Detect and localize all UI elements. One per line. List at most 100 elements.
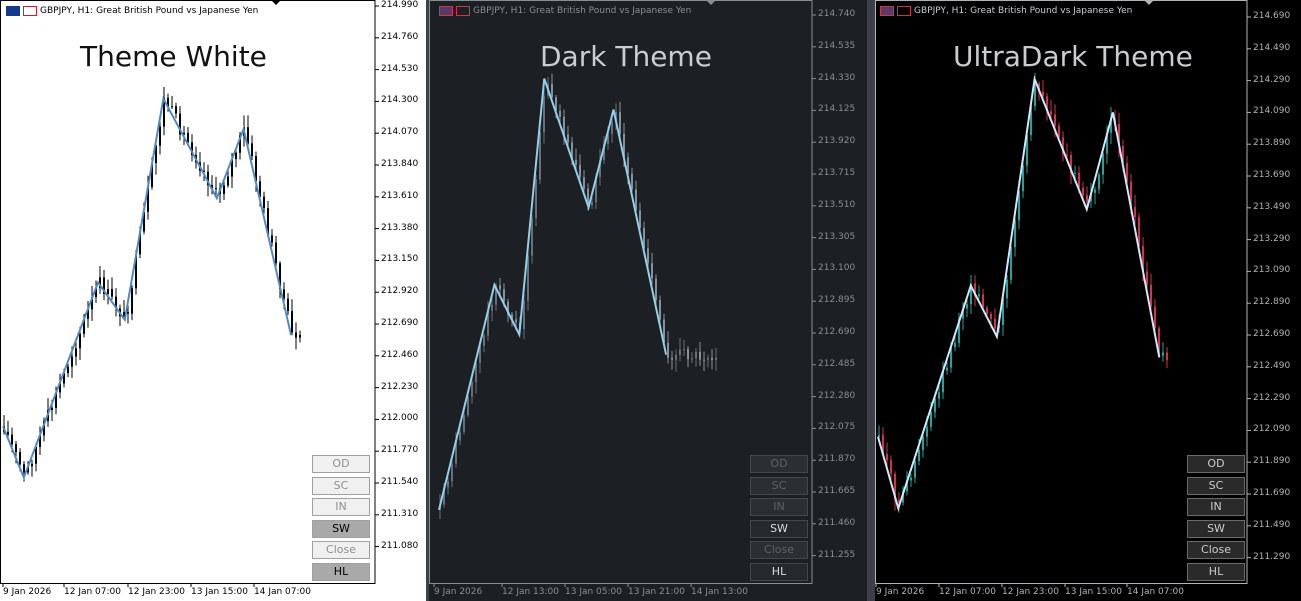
y-tick-label: 214.300 <box>381 95 419 106</box>
y-tick-label: 212.280 <box>818 390 856 401</box>
y-tick-label: 212.075 <box>818 422 856 433</box>
od-button[interactable]: OD <box>1187 455 1245 473</box>
y-tick-label: 212.690 <box>381 318 419 328</box>
y-tick-label: 211.290 <box>1253 551 1291 562</box>
x-tick-label: 14 Jan 13:00 <box>691 587 748 597</box>
od-button[interactable]: OD <box>312 455 370 473</box>
chart-header: GBPJPY, H1: Great British Pound vs Japan… <box>880 3 1132 19</box>
y-tick-label: 214.690 <box>1253 11 1291 21</box>
y-tick-label: 213.510 <box>818 199 856 210</box>
y-tick-label: 214.535 <box>818 40 856 51</box>
panel-divider <box>867 0 875 601</box>
y-tick-label: 211.080 <box>381 540 419 551</box>
y-tick-label: 212.230 <box>381 381 419 392</box>
x-tick-label: 9 Jan 2026 <box>434 587 483 597</box>
y-tick-label: 211.870 <box>818 454 856 465</box>
y-tick-label: 212.690 <box>818 327 856 337</box>
x-tick-label: 14 Jan 07:00 <box>254 587 311 597</box>
theme-label: Dark Theme <box>540 40 712 73</box>
y-tick-label: 213.380 <box>381 222 419 233</box>
x-tick-label: 9 Jan 2026 <box>876 587 925 597</box>
y-tick-label: 212.290 <box>1253 392 1291 403</box>
x-tick-label: 12 Jan 23:00 <box>1002 587 1059 597</box>
y-tick-label: 211.890 <box>1253 456 1291 467</box>
y-tick-label: 212.490 <box>1253 360 1291 371</box>
y-tick-label: 214.125 <box>818 104 856 115</box>
y-tick-label: 213.090 <box>1253 265 1291 276</box>
jp-flag-icon <box>456 6 470 16</box>
chart-header: GBPJPY, H1: Great British Pound vs Japan… <box>6 3 258 19</box>
hl-button[interactable]: HL <box>1187 563 1245 581</box>
y-tick-label: 214.330 <box>818 72 856 83</box>
x-tick-label: 13 Jan 15:00 <box>1065 587 1122 597</box>
y-tick-label: 213.840 <box>381 159 419 169</box>
y-tick-label: 212.890 <box>1253 297 1291 308</box>
y-tick-label: 212.090 <box>1253 424 1291 435</box>
y-tick-label: 212.000 <box>381 413 419 424</box>
y-tick-label: 211.665 <box>818 486 856 496</box>
sc-button[interactable]: SC <box>1187 476 1245 495</box>
in-button[interactable]: IN <box>750 498 808 517</box>
y-tick-label: 214.740 <box>818 9 856 19</box>
chart-header: GBPJPY, H1: Great British Pound vs Japan… <box>439 3 691 19</box>
in-button[interactable]: IN <box>1187 498 1245 517</box>
y-tick-label: 214.990 <box>381 0 419 10</box>
x-tick-label: 14 Jan 07:00 <box>1127 587 1184 597</box>
y-tick-label: 213.690 <box>1253 170 1291 180</box>
y-tick-label: 213.290 <box>1253 233 1291 244</box>
y-tick-label: 211.690 <box>1253 488 1291 498</box>
close-button[interactable]: Close <box>1187 541 1245 560</box>
theme-label: UltraDark Theme <box>953 40 1193 73</box>
sw-button[interactable]: SW <box>1187 519 1245 538</box>
y-tick-label: 211.540 <box>381 477 419 487</box>
hl-button[interactable]: HL <box>312 563 370 581</box>
hl-button[interactable]: HL <box>750 563 808 581</box>
y-tick-label: 212.485 <box>818 358 856 369</box>
jp-flag-icon <box>897 6 911 16</box>
y-tick-label: 214.090 <box>1253 106 1291 117</box>
y-tick-label: 213.890 <box>1253 138 1291 149</box>
y-tick-label: 213.920 <box>818 136 856 147</box>
gb-flag-icon <box>6 6 20 16</box>
chart-panel-white[interactable]: GBPJPY, H1: Great British Pound vs Japan… <box>0 0 426 601</box>
chart-panel-dark[interactable]: GBPJPY, H1: Great British Pound vs Japan… <box>429 0 867 601</box>
y-tick-label: 211.770 <box>381 445 419 456</box>
gb-flag-icon <box>439 6 453 16</box>
x-tick-label: 12 Jan 23:00 <box>128 587 185 597</box>
y-tick-label: 213.490 <box>1253 201 1291 212</box>
close-button[interactable]: Close <box>750 541 808 560</box>
y-tick-label: 213.100 <box>818 263 856 274</box>
x-tick-label: 12 Jan 07:00 <box>939 587 996 597</box>
in-button[interactable]: IN <box>312 498 370 517</box>
y-tick-label: 211.460 <box>818 517 856 528</box>
y-tick-label: 213.305 <box>818 231 856 242</box>
theme-label: Theme White <box>80 40 267 73</box>
y-tick-label: 212.690 <box>1253 329 1291 339</box>
y-tick-label: 213.715 <box>818 168 856 178</box>
y-tick-label: 214.530 <box>381 63 419 74</box>
symbol-header-text: GBPJPY, H1: Great British Pound vs Japan… <box>473 6 692 16</box>
y-tick-label: 213.610 <box>381 190 419 201</box>
symbol-header-text: GBPJPY, H1: Great British Pound vs Japan… <box>40 6 259 16</box>
y-tick-label: 214.290 <box>1253 74 1291 85</box>
sw-button[interactable]: SW <box>750 519 808 538</box>
sc-button[interactable]: SC <box>750 476 808 495</box>
y-tick-label: 211.255 <box>818 549 856 560</box>
y-tick-label: 212.895 <box>818 295 856 306</box>
jp-flag-icon <box>23 6 37 16</box>
y-tick-label: 214.490 <box>1253 42 1291 53</box>
x-tick-label: 12 Jan 13:00 <box>502 587 559 597</box>
x-tick-label: 13 Jan 05:00 <box>565 587 622 597</box>
x-tick-label: 9 Jan 2026 <box>3 587 52 597</box>
x-tick-label: 13 Jan 21:00 <box>628 587 685 597</box>
y-tick-label: 211.490 <box>1253 519 1291 530</box>
chart-panel-ultradark[interactable]: GBPJPY, H1: Great British Pound vs Japan… <box>875 0 1301 601</box>
y-tick-label: 211.310 <box>381 508 419 519</box>
y-tick-label: 212.460 <box>381 349 419 360</box>
sc-button[interactable]: SC <box>312 476 370 495</box>
y-tick-label: 212.920 <box>381 286 419 297</box>
close-button[interactable]: Close <box>312 541 370 560</box>
x-tick-label: 12 Jan 07:00 <box>64 587 121 597</box>
sw-button[interactable]: SW <box>312 519 370 538</box>
od-button[interactable]: OD <box>750 455 808 473</box>
